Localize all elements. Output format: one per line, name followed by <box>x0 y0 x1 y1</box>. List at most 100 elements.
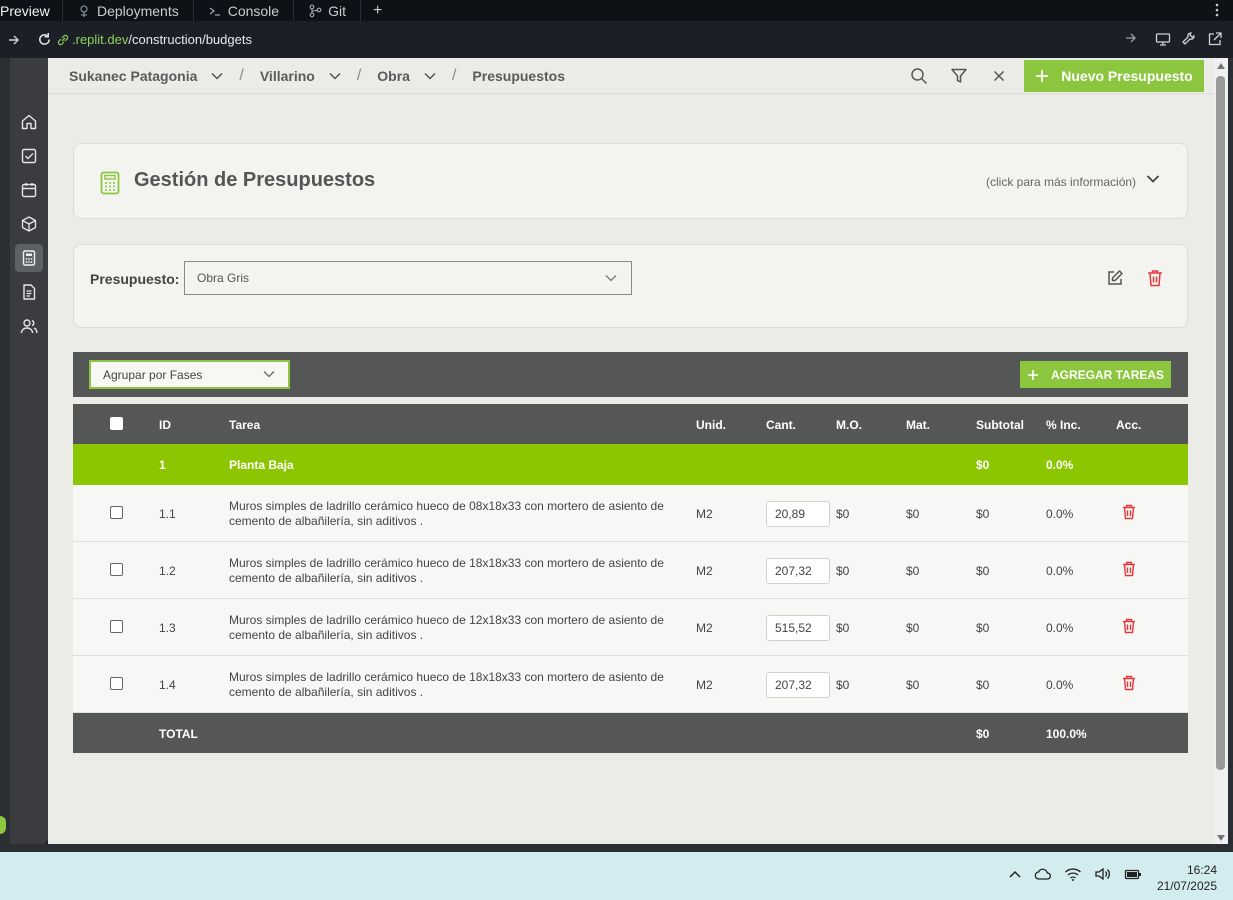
device-icon[interactable] <box>1155 31 1171 47</box>
edit-icon[interactable] <box>1106 269 1124 287</box>
add-tab-button[interactable]: + <box>359 0 394 21</box>
new-budget-button[interactable]: Nuevo Presupuesto <box>1024 60 1204 92</box>
task-material: $0 <box>906 621 920 635</box>
scrollbar-thumb[interactable] <box>1216 76 1225 770</box>
add-tasks-label: AGREGAR TAREAS <box>1050 367 1165 382</box>
row-checkbox[interactable] <box>110 506 123 519</box>
quantity-input[interactable]: 515,52 <box>766 615 830 641</box>
task-unit: M2 <box>696 678 713 692</box>
row-checkbox[interactable] <box>110 563 123 576</box>
battery-icon[interactable] <box>1124 867 1142 881</box>
calculator-icon <box>100 171 120 195</box>
task-material: $0 <box>906 564 920 578</box>
scroll-down-arrow[interactable] <box>1217 835 1225 841</box>
select-all-checkbox[interactable] <box>110 417 123 430</box>
url-field[interactable]: .replit.dev/construction/budgets <box>56 21 1137 58</box>
task-material: $0 <box>906 678 920 692</box>
tab-git[interactable]: Git <box>293 0 360 21</box>
go-arrow-icon[interactable] <box>1125 32 1137 44</box>
row-checkbox[interactable] <box>110 620 123 633</box>
quantity-input[interactable]: 207,32 <box>766 672 830 698</box>
col-pct: % Inc. <box>1046 418 1081 432</box>
chevron-down-icon <box>211 72 223 80</box>
task-id: 1.1 <box>159 507 176 521</box>
sidebar-item-budgets[interactable] <box>15 244 43 272</box>
trash-icon[interactable] <box>1147 269 1163 287</box>
plus-icon <box>1036 70 1049 82</box>
reload-icon[interactable] <box>32 32 56 47</box>
group-by-value: Agrupar por Fases <box>103 367 203 382</box>
page-title: Gestión de Presupuestos <box>134 169 376 191</box>
sidebar-item-tasks[interactable] <box>15 142 43 170</box>
forward-icon[interactable] <box>2 34 26 46</box>
task-labor: $0 <box>836 678 850 692</box>
budget-select[interactable]: Obra Gris <box>184 261 632 295</box>
cloud-icon[interactable] <box>1034 867 1052 881</box>
chevron-down-icon[interactable] <box>1146 174 1160 184</box>
total-label: TOTAL <box>159 727 198 741</box>
col-subtotal: Subtotal <box>976 418 1024 432</box>
breadcrumb: Sukanec Patagonia / Villarino / Obra / P… <box>69 58 565 94</box>
tab-console[interactable]: Console <box>192 0 293 21</box>
col-qty: Cant. <box>766 418 796 432</box>
breadcrumb-company[interactable]: Sukanec Patagonia <box>69 68 223 84</box>
frame-left <box>0 58 10 850</box>
filter-icon[interactable] <box>950 67 968 85</box>
frame-bottom <box>0 844 1233 852</box>
tab-deployments[interactable]: Deployments <box>62 0 193 21</box>
sidebar-item-inventory[interactable] <box>15 210 43 238</box>
task-pct: 0.0% <box>1046 507 1074 521</box>
breadcrumb-stage[interactable]: Obra <box>377 68 436 84</box>
page-scrollbar[interactable] <box>1214 58 1228 844</box>
sidebar-item-calendar[interactable] <box>15 176 43 204</box>
plus-icon <box>1027 369 1038 380</box>
trash-icon[interactable] <box>1122 561 1136 577</box>
close-icon[interactable] <box>990 67 1008 85</box>
tab-preview[interactable]: Preview <box>0 4 62 18</box>
sidebar-item-users[interactable] <box>15 312 43 340</box>
phase-id: 1 <box>159 458 166 472</box>
sidebar-item-documents[interactable] <box>15 278 43 306</box>
search-icon[interactable] <box>910 67 928 85</box>
os-taskbar: 16:24 21/07/2025 <box>0 852 1233 900</box>
sidebar-item-home[interactable] <box>15 108 43 136</box>
breadcrumb-current: Presupuestos <box>472 68 566 84</box>
home-icon <box>21 114 37 130</box>
add-tasks-button[interactable]: AGREGAR TAREAS <box>1020 361 1171 388</box>
clock-time: 16:24 <box>1186 863 1217 877</box>
kebab-menu-icon[interactable] <box>1215 3 1219 17</box>
quantity-input[interactable]: 207,32 <box>766 558 830 584</box>
trash-icon[interactable] <box>1122 675 1136 691</box>
devtools-wrench-icon[interactable] <box>1181 31 1197 47</box>
url-bar: .replit.dev/construction/budgets <box>0 21 1233 58</box>
info-hint[interactable]: (click para más información) <box>986 175 1136 189</box>
trash-icon[interactable] <box>1122 504 1136 520</box>
total-subtotal: $0 <box>976 727 990 741</box>
url-domain: .replit.dev <box>72 32 129 47</box>
sidebar <box>10 58 48 844</box>
quantity-input[interactable]: 20,89 <box>766 501 830 527</box>
scroll-up-arrow[interactable] <box>1217 63 1225 69</box>
system-clock[interactable]: 16:24 21/07/2025 <box>1157 862 1217 894</box>
total-pct: 100.0% <box>1046 727 1087 741</box>
chevron-down-icon <box>329 72 341 80</box>
deploy-icon <box>80 4 88 17</box>
phase-row[interactable]: 1 Planta Baja $0 0.0% <box>73 444 1188 485</box>
git-icon <box>309 4 322 17</box>
calculator-icon <box>22 250 36 266</box>
info-card[interactable]: Gestión de Presupuestos (click para más … <box>73 143 1188 219</box>
chevron-up-icon[interactable] <box>1008 869 1022 879</box>
package-icon <box>21 216 37 232</box>
open-external-icon[interactable] <box>1207 31 1223 47</box>
phase-name: Planta Baja <box>229 458 294 472</box>
wifi-icon[interactable] <box>1064 867 1082 881</box>
col-task: Tarea <box>229 418 261 432</box>
table-row: 1.4 Muros simples de ladrillo cerámico h… <box>73 656 1188 713</box>
trash-icon[interactable] <box>1122 618 1136 634</box>
group-by-select[interactable]: Agrupar por Fases <box>89 360 290 389</box>
col-labor: M.O. <box>836 418 862 432</box>
volume-icon[interactable] <box>1094 867 1112 881</box>
col-material: Mat. <box>906 418 930 432</box>
breadcrumb-project[interactable]: Villarino <box>260 68 341 84</box>
row-checkbox[interactable] <box>110 677 123 690</box>
